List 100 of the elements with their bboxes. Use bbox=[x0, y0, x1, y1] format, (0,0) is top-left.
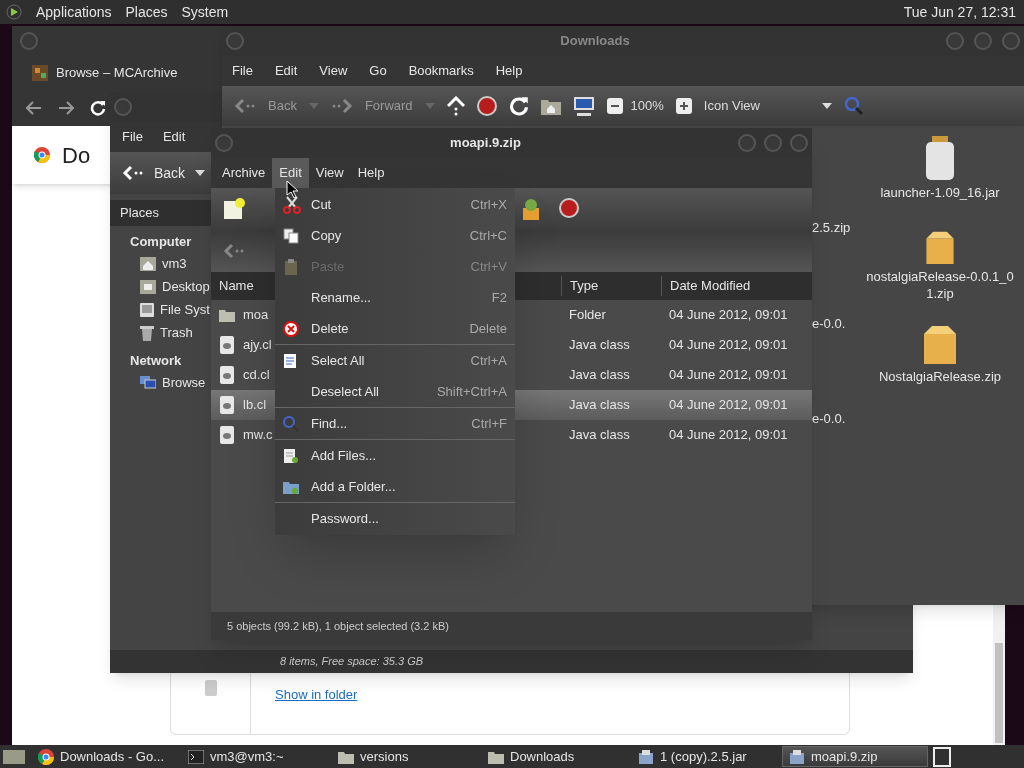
trash-icon bbox=[140, 325, 154, 341]
chrome-icon bbox=[38, 748, 54, 765]
back-arrow-icon[interactable] bbox=[122, 165, 144, 181]
back-button[interactable]: Back bbox=[154, 162, 186, 184]
network-icon bbox=[140, 376, 156, 390]
table-cell-text: Java class bbox=[568, 336, 631, 355]
table-cell-text: Java class bbox=[568, 426, 631, 445]
sidebar-item[interactable]: File Syst bbox=[130, 298, 211, 322]
menu-item[interactable]: Edit bbox=[162, 127, 186, 147]
taskbar-item[interactable]: Downloads bbox=[482, 746, 628, 767]
table-cell-text: 04 June 2012, 09:01 bbox=[668, 336, 789, 355]
column-header[interactable]: Date Modified bbox=[661, 276, 812, 296]
menu-item[interactable]: Go bbox=[369, 61, 387, 81]
table-cell-text: 04 June 2012, 09:01 bbox=[668, 306, 789, 325]
file-name[interactable]: lb.cl bbox=[243, 395, 267, 415]
menu-item[interactable]: Help bbox=[495, 61, 523, 81]
menu-item[interactable]: View bbox=[319, 61, 348, 81]
extract-icon[interactable] bbox=[521, 198, 541, 220]
menu-item[interactable]: File bbox=[122, 127, 143, 147]
panel-menu[interactable]: System bbox=[181, 1, 229, 23]
menu-item[interactable]: Delete Delete bbox=[275, 313, 515, 344]
taskbar-item[interactable]: vm3@vm3:~ bbox=[182, 746, 328, 767]
menu-item[interactable]: Edit bbox=[272, 158, 309, 188]
browser-tab[interactable]: Browse – MCArchive bbox=[56, 63, 178, 83]
computer-icon[interactable] bbox=[572, 96, 595, 116]
back-arrow-icon[interactable] bbox=[26, 101, 42, 115]
menu-item[interactable]: Find... Ctrl+F bbox=[275, 408, 515, 439]
scrollbar[interactable] bbox=[993, 605, 1005, 745]
zoom-out-icon[interactable] bbox=[606, 98, 623, 114]
document-icon bbox=[283, 352, 297, 369]
sidebar-header: Places bbox=[110, 200, 211, 226]
menu-item[interactable]: View bbox=[308, 158, 351, 188]
archive-icon bbox=[638, 748, 654, 765]
file-icon bbox=[219, 365, 235, 385]
clock: Tue Jun 27, 12:31 bbox=[903, 2, 1017, 22]
reload-icon[interactable] bbox=[90, 100, 106, 116]
forward-arrow-icon[interactable] bbox=[330, 98, 353, 114]
menu-item[interactable]: Rename... F2 bbox=[275, 282, 515, 313]
window-title: moapi.9.zip bbox=[449, 134, 522, 153]
window-title: Downloads bbox=[559, 32, 631, 51]
folder-icon bbox=[488, 749, 504, 764]
file-label[interactable]: 2.5.zip bbox=[812, 218, 865, 238]
taskbar-item[interactable]: moapi.9.zip bbox=[782, 746, 928, 767]
zoom-level: 100% bbox=[630, 97, 664, 116]
home-folder-icon[interactable] bbox=[540, 97, 561, 115]
file-name[interactable]: cd.cl bbox=[243, 365, 270, 385]
menu-item[interactable]: Archive bbox=[215, 158, 273, 188]
zoom-in-icon[interactable] bbox=[675, 98, 692, 114]
sidebar-item[interactable]: vm3 bbox=[130, 252, 211, 276]
menu-item[interactable]: Password... bbox=[275, 503, 515, 534]
reload-icon[interactable] bbox=[508, 96, 529, 116]
menu-item[interactable]: Add Files... bbox=[275, 440, 515, 471]
file-label[interactable]: NostalgiaRelease.zip bbox=[865, 368, 1015, 385]
menu-item[interactable]: Copy Ctrl+C bbox=[275, 220, 515, 251]
menu-item[interactable]: Deselect All Shift+Ctrl+A bbox=[275, 376, 515, 407]
forward-arrow-icon[interactable] bbox=[58, 101, 74, 115]
menu-item[interactable]: Help bbox=[350, 158, 392, 188]
menu-item[interactable]: Select All Ctrl+A bbox=[275, 345, 515, 376]
favicon-icon bbox=[32, 65, 48, 81]
caret-icon[interactable] bbox=[195, 170, 206, 176]
menu-item[interactable]: Bookmarks bbox=[408, 61, 474, 81]
archive-icon bbox=[789, 748, 805, 765]
up-arrow-icon[interactable] bbox=[446, 96, 465, 116]
file-icon bbox=[203, 680, 218, 696]
file-name[interactable]: ajy.cl bbox=[243, 335, 272, 355]
status-text: 5 objects (99.2 kB), 1 object selected (3.2 kB) bbox=[227, 618, 449, 634]
menu-item[interactable]: Edit bbox=[274, 61, 298, 81]
table-cell-text: Java class bbox=[568, 366, 631, 385]
scissors-icon bbox=[283, 195, 301, 214]
sidebar-item[interactable]: Browse bbox=[130, 371, 211, 395]
file-icon bbox=[219, 425, 235, 445]
page-heading: Do bbox=[62, 141, 91, 170]
view-dropdown[interactable]: Icon View bbox=[703, 96, 832, 116]
stop-icon[interactable] bbox=[476, 96, 497, 116]
terminal-icon bbox=[188, 749, 204, 764]
taskbar-item[interactable]: 1 (copy).2.5.jar bbox=[632, 746, 778, 767]
file-label[interactable]: e-0.0. bbox=[812, 313, 865, 333]
menu-item[interactable]: File bbox=[232, 61, 253, 81]
stop-icon[interactable] bbox=[559, 198, 579, 218]
taskbar-item[interactable]: versions bbox=[332, 746, 478, 767]
window-icon[interactable] bbox=[932, 746, 954, 767]
file-label[interactable]: nostalgiaRelease-0.0.1_01.zip bbox=[865, 268, 1015, 302]
box-icon[interactable] bbox=[922, 324, 958, 364]
file-label[interactable]: e-0.0. bbox=[812, 409, 865, 429]
sidebar-item[interactable]: Desktop bbox=[130, 275, 211, 299]
file-name[interactable]: moa bbox=[243, 305, 269, 325]
file-name[interactable]: mw.c bbox=[243, 425, 273, 445]
jar-icon[interactable] bbox=[924, 136, 956, 180]
show-in-folder-link[interactable]: Show in folder bbox=[275, 685, 358, 705]
menu-item[interactable]: Add a Folder... bbox=[275, 471, 515, 502]
sidebar-item[interactable]: Trash bbox=[130, 321, 211, 345]
column-header[interactable]: Type bbox=[561, 276, 661, 296]
taskbar-item[interactable]: Downloads - Go... bbox=[32, 746, 178, 767]
logo-icon[interactable] bbox=[6, 4, 22, 20]
new-document-icon[interactable] bbox=[223, 198, 245, 220]
panel-menu[interactable]: Applications bbox=[36, 1, 112, 23]
show-desktop-icon[interactable] bbox=[2, 747, 28, 766]
file-label[interactable]: launcher-1.09_16.jar bbox=[865, 184, 1015, 201]
search-icon[interactable] bbox=[843, 96, 864, 116]
panel-menu[interactable]: Places bbox=[125, 1, 168, 23]
